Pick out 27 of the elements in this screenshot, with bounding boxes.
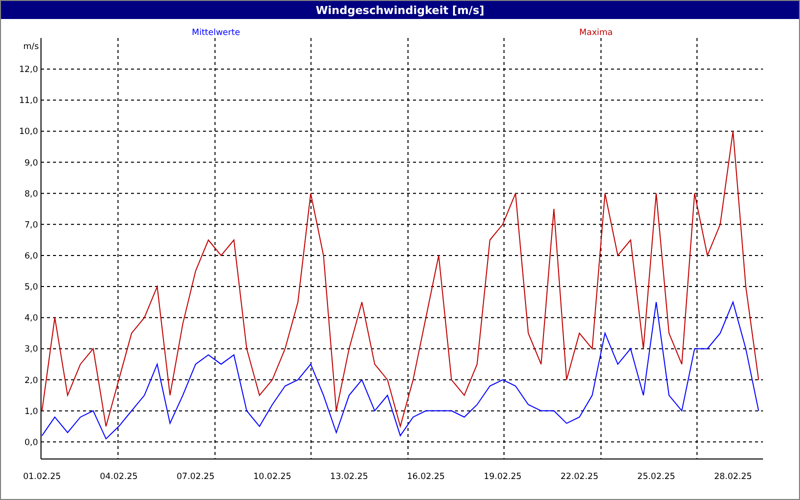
y-tick-label: 0,0 bbox=[24, 438, 38, 448]
y-tick-label: 11,0 bbox=[19, 96, 38, 106]
y-tick-label: 1,0 bbox=[24, 406, 38, 417]
x-tick-label: 04.02.25 bbox=[100, 472, 138, 482]
y-tick-label: 7,0 bbox=[24, 220, 38, 230]
y-tick-label: 12,0 bbox=[19, 65, 38, 76]
x-tick-label: 16.02.25 bbox=[406, 472, 445, 482]
y-tick-label: 4,0 bbox=[24, 314, 38, 324]
legend-label: Mittelwerte bbox=[192, 28, 240, 38]
y-tick-label: 2,0 bbox=[24, 376, 38, 386]
y-tick-label: 6,0 bbox=[24, 252, 38, 262]
x-tick-label: 07.02.25 bbox=[176, 472, 214, 482]
x-tick-label: 22.02.25 bbox=[560, 472, 598, 482]
x-tick-label: 10.02.25 bbox=[253, 472, 292, 482]
y-tick-label: 3,0 bbox=[24, 344, 38, 355]
y-tick-label: 10,0 bbox=[19, 127, 38, 138]
x-tick-label: 13.02.25 bbox=[330, 472, 368, 482]
y-axis-unit: m/s bbox=[23, 42, 39, 52]
x-tick-label: 01.02.25 bbox=[23, 472, 61, 482]
x-tick-label: 25.02.25 bbox=[637, 472, 676, 482]
x-tick-label: 19.02.25 bbox=[484, 472, 522, 482]
y-tick-label: 5,0 bbox=[24, 282, 38, 293]
legend-label: Maxima bbox=[579, 28, 613, 38]
x-tick-label: 28.02.25 bbox=[714, 472, 752, 482]
y-tick-label: 8,0 bbox=[24, 189, 38, 200]
window-title: Windgeschwindigkeit [m/s] bbox=[1, 1, 799, 19]
y-tick-label: 9,0 bbox=[24, 158, 38, 168]
